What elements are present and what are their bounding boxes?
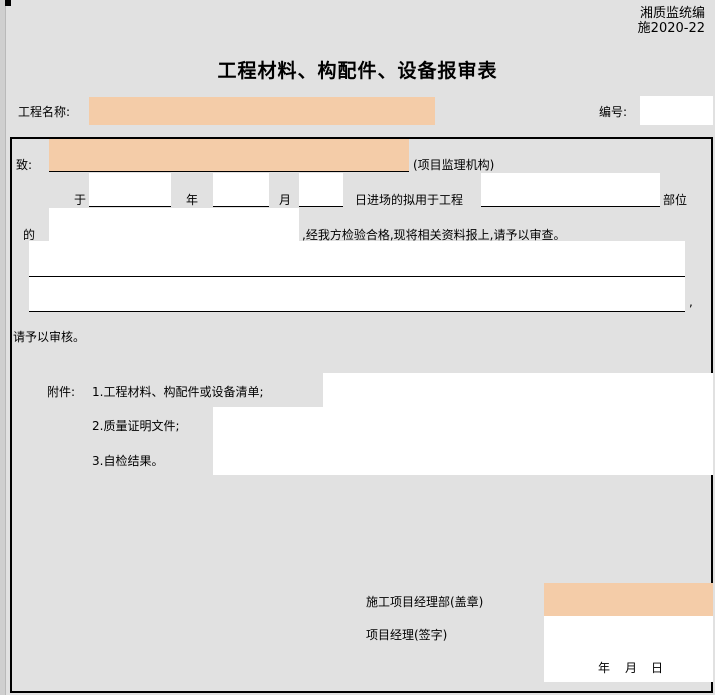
form-code-line1: 湘质监统编 bbox=[639, 6, 705, 21]
month-field[interactable] bbox=[299, 173, 343, 207]
sign-day: 日 bbox=[651, 661, 664, 675]
attachment-item-2: 2.质量证明文件; bbox=[92, 419, 180, 433]
page-title: 工程材料、构配件、设备报审表 bbox=[217, 60, 498, 82]
to-underline bbox=[49, 171, 409, 172]
day-text: 日进场的拟用于工程 bbox=[355, 193, 464, 207]
to-label: 致: bbox=[16, 158, 33, 172]
month-label: 月 bbox=[279, 193, 292, 207]
line-comma: , bbox=[689, 295, 693, 309]
dept-label: 施工项目经理部(盖章) bbox=[366, 595, 484, 609]
number-field[interactable] bbox=[640, 96, 713, 125]
attachment-item-3: 3.自检结果。 bbox=[92, 454, 164, 468]
sign-month: 月 bbox=[625, 661, 638, 675]
date-field-1[interactable] bbox=[89, 173, 171, 207]
part-label: 部位 bbox=[663, 193, 688, 207]
request-text: 请予以审核。 bbox=[13, 330, 86, 344]
to-field[interactable] bbox=[49, 139, 409, 171]
form-code: 湘质监统编 施2020-22 bbox=[638, 6, 705, 36]
project-name-field[interactable] bbox=[89, 97, 435, 125]
form-code-line2: 施2020-22 bbox=[637, 21, 705, 36]
attachment-blank-1[interactable] bbox=[323, 373, 713, 407]
year-field[interactable] bbox=[213, 173, 269, 207]
attachments-label: 附件: bbox=[47, 385, 76, 399]
project-name-label: 工程名称: bbox=[18, 105, 71, 119]
attachment-blank-2[interactable] bbox=[213, 407, 713, 475]
year-label: 年 bbox=[186, 193, 199, 207]
to-suffix: (项目监理机构) bbox=[413, 158, 495, 172]
sign-year: 年 bbox=[598, 661, 611, 675]
blank-line-2[interactable] bbox=[29, 277, 685, 312]
project-part-field[interactable] bbox=[481, 173, 660, 207]
number-label: 编号: bbox=[599, 105, 628, 119]
spreadsheet-row-strip bbox=[0, 0, 6, 695]
attachment-item-1: 1.工程材料、构配件或设备清单; bbox=[92, 385, 264, 399]
dept-stamp-field[interactable] bbox=[544, 583, 713, 616]
material-field[interactable] bbox=[49, 208, 299, 242]
blank-line-1[interactable] bbox=[29, 241, 685, 277]
manager-label: 项目经理(签字) bbox=[366, 628, 448, 642]
cell-corner-marker bbox=[5, 0, 11, 6]
on-label: 于 bbox=[74, 193, 87, 207]
